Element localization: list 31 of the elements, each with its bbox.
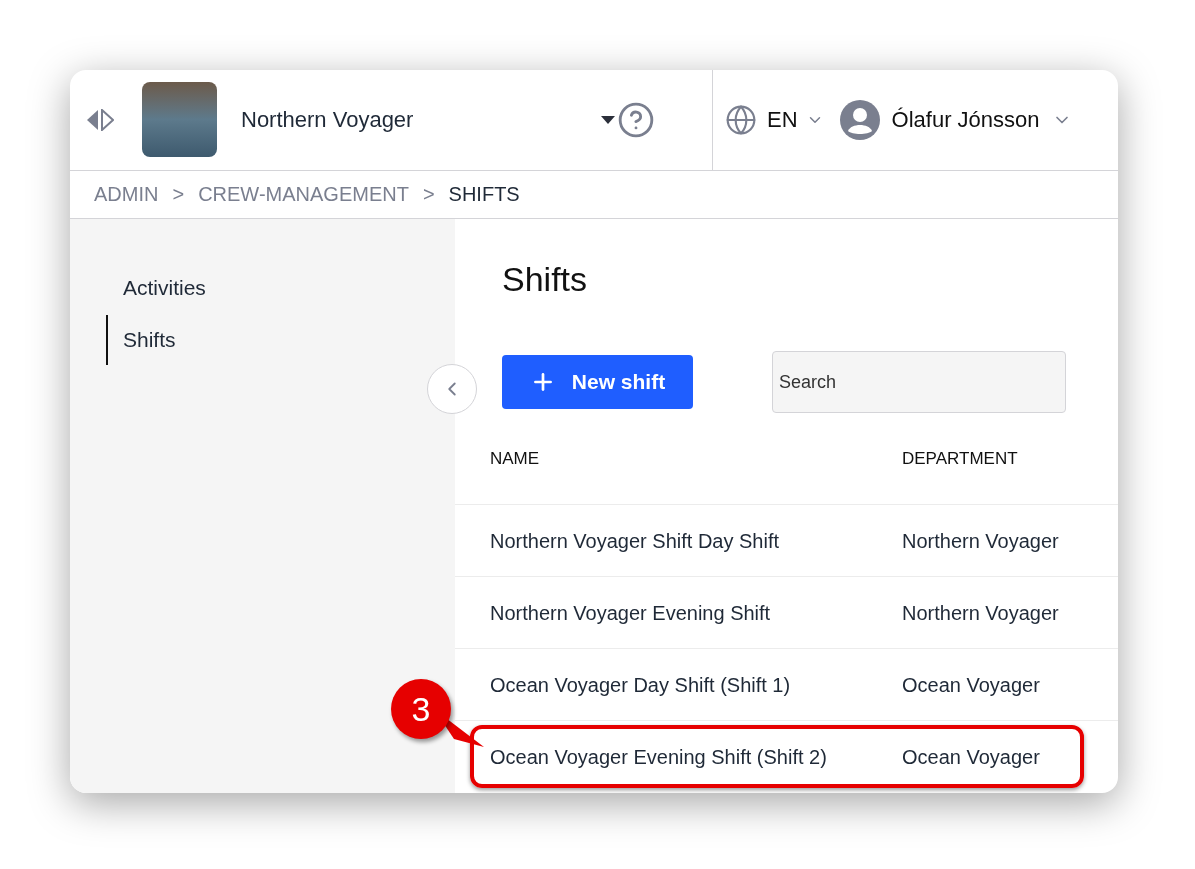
table-row[interactable]: Northern Voyager Evening Shift Northern Voyager: [455, 577, 1118, 649]
table-cell-text: Northern Voyager Evening Shift: [490, 600, 772, 626]
table-cell-text: Ocean Voyager: [902, 672, 1040, 698]
user-name[interactable]: Ólafur Jónsson: [891, 103, 1040, 137]
breadcrumb-item[interactable]: ADMIN: [94, 179, 159, 210]
column-header: NAME: [490, 448, 541, 471]
table-cell-text: Northern Voyager Shift Day Shift: [490, 528, 781, 554]
help-icon[interactable]: [617, 100, 655, 139]
language-icon[interactable]: [725, 103, 757, 136]
breadcrumb-separator: >: [422, 182, 435, 208]
table-row[interactable]: Ocean Voyager Evening Shift (Shift 2) Ocean Voyager: [455, 721, 1118, 793]
breadcrumb-item[interactable]: CREW-MANAGEMENT: [198, 179, 409, 210]
vessel-name: Northern Voyager: [241, 106, 415, 135]
panel-toggle-icon[interactable]: [86, 108, 114, 131]
dropdown-caret-icon[interactable]: [601, 115, 615, 124]
page-title: Shifts: [502, 259, 589, 299]
table-cell-text: Northern Voyager: [902, 528, 1059, 554]
search-field[interactable]: Search: [772, 351, 1066, 413]
sidebar-item[interactable]: Activities: [106, 263, 455, 313]
breadcrumb-item: SHIFTS: [448, 182, 520, 208]
breadcrumb-separator: >: [172, 182, 185, 208]
language-label[interactable]: EN: [767, 103, 798, 137]
user-avatar-icon[interactable]: [839, 99, 880, 140]
table-cell-text: Ocean Voyager: [902, 745, 1040, 770]
new-shift-button[interactable]: New shift: [502, 355, 693, 409]
table-cell-text: Ocean Voyager Evening Shift (Shift 2): [490, 745, 828, 770]
table-cell-text: Ocean Voyager Day Shift (Shift 1): [490, 672, 792, 698]
table-row[interactable]: Ocean Voyager Day Shift (Shift 1) Ocean Voyager: [455, 649, 1118, 721]
column-header: DEPARTMENT: [902, 448, 1018, 471]
table-cell-text: Northern Voyager: [902, 600, 1059, 626]
table-row[interactable]: Northern Voyager Shift Day Shift Northern Voyager: [455, 505, 1118, 577]
